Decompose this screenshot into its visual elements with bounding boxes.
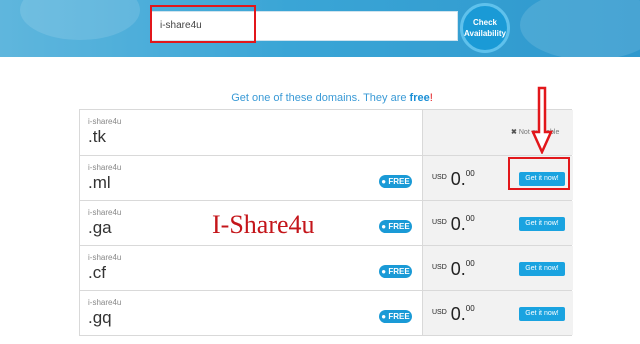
- domain-tld: .tk: [88, 127, 106, 146]
- domain-row-cf: i-share4u .cf ● FREE USD 0.00 Get it now!: [80, 245, 573, 290]
- domain-name: i-share4u: [88, 163, 122, 172]
- domain-cell: i-share4u .ml ● FREE: [80, 156, 422, 200]
- domain-row-ga: i-share4u .ga ● FREE USD 0.00 Get it now!: [80, 200, 573, 245]
- price-cell: USD 0.00 Get it now!: [422, 201, 573, 245]
- domain-tld: .ga: [88, 218, 112, 237]
- check-availability-label-1: Check: [472, 18, 497, 27]
- domain-tld: .ml: [88, 173, 111, 192]
- price-cell: USD 0.00 Get it now!: [422, 291, 573, 335]
- domain-name: i-share4u: [88, 253, 122, 262]
- watermark-text: I-Share4u: [212, 210, 315, 239]
- price: USD 0.00: [432, 304, 475, 324]
- price: USD 0.00: [432, 259, 475, 279]
- free-badge: ● FREE: [379, 265, 412, 278]
- banner-decoration: [20, 0, 140, 40]
- banner-decoration: [520, 0, 640, 57]
- free-badge: ● FREE: [379, 175, 412, 188]
- close-icon: ✖: [511, 129, 517, 136]
- domain-cell: i-share4u .cf ● FREE: [80, 246, 422, 290]
- search-highlight-box: [150, 5, 256, 43]
- headline-free: free: [409, 92, 430, 104]
- domain-row-tk: i-share4u .tk ✖Not available: [80, 110, 573, 155]
- header-banner: i-share4u Check Availability: [0, 0, 640, 57]
- domain-cell: i-share4u .tk: [80, 110, 422, 155]
- domain-cell: i-share4u .gq ● FREE: [80, 291, 422, 335]
- check-availability-button[interactable]: Check Availability: [460, 3, 510, 53]
- domain-row-ml: i-share4u .ml ● FREE USD 0.00 Get it now!: [80, 155, 573, 200]
- domain-name: i-share4u: [88, 298, 122, 307]
- headline-lead: Get one of these domains. They are: [231, 92, 410, 104]
- domain-tld: .cf: [88, 263, 106, 282]
- domain-row-gq: i-share4u .gq ● FREE USD 0.00 Get it now!: [80, 290, 573, 335]
- down-arrow-icon: [531, 86, 553, 154]
- domain-name: i-share4u: [88, 208, 122, 217]
- price: USD 0.00: [432, 214, 475, 234]
- free-badge: ● FREE: [379, 310, 412, 323]
- headline-bang: !: [429, 92, 433, 104]
- price: USD 0.00: [432, 169, 475, 189]
- domain-tld: .gq: [88, 308, 112, 327]
- get-it-now-highlight-box: [508, 157, 570, 190]
- domain-name: i-share4u: [88, 117, 122, 126]
- get-it-now-button[interactable]: Get it now!: [519, 262, 565, 276]
- check-availability-label-2: Availability: [464, 29, 506, 38]
- free-badge: ● FREE: [379, 220, 412, 233]
- get-it-now-button[interactable]: Get it now!: [519, 307, 565, 321]
- get-it-now-button[interactable]: Get it now!: [519, 217, 565, 231]
- domain-table: i-share4u .tk ✖Not available i-share4u .…: [79, 109, 573, 336]
- price-cell: USD 0.00 Get it now!: [422, 246, 573, 290]
